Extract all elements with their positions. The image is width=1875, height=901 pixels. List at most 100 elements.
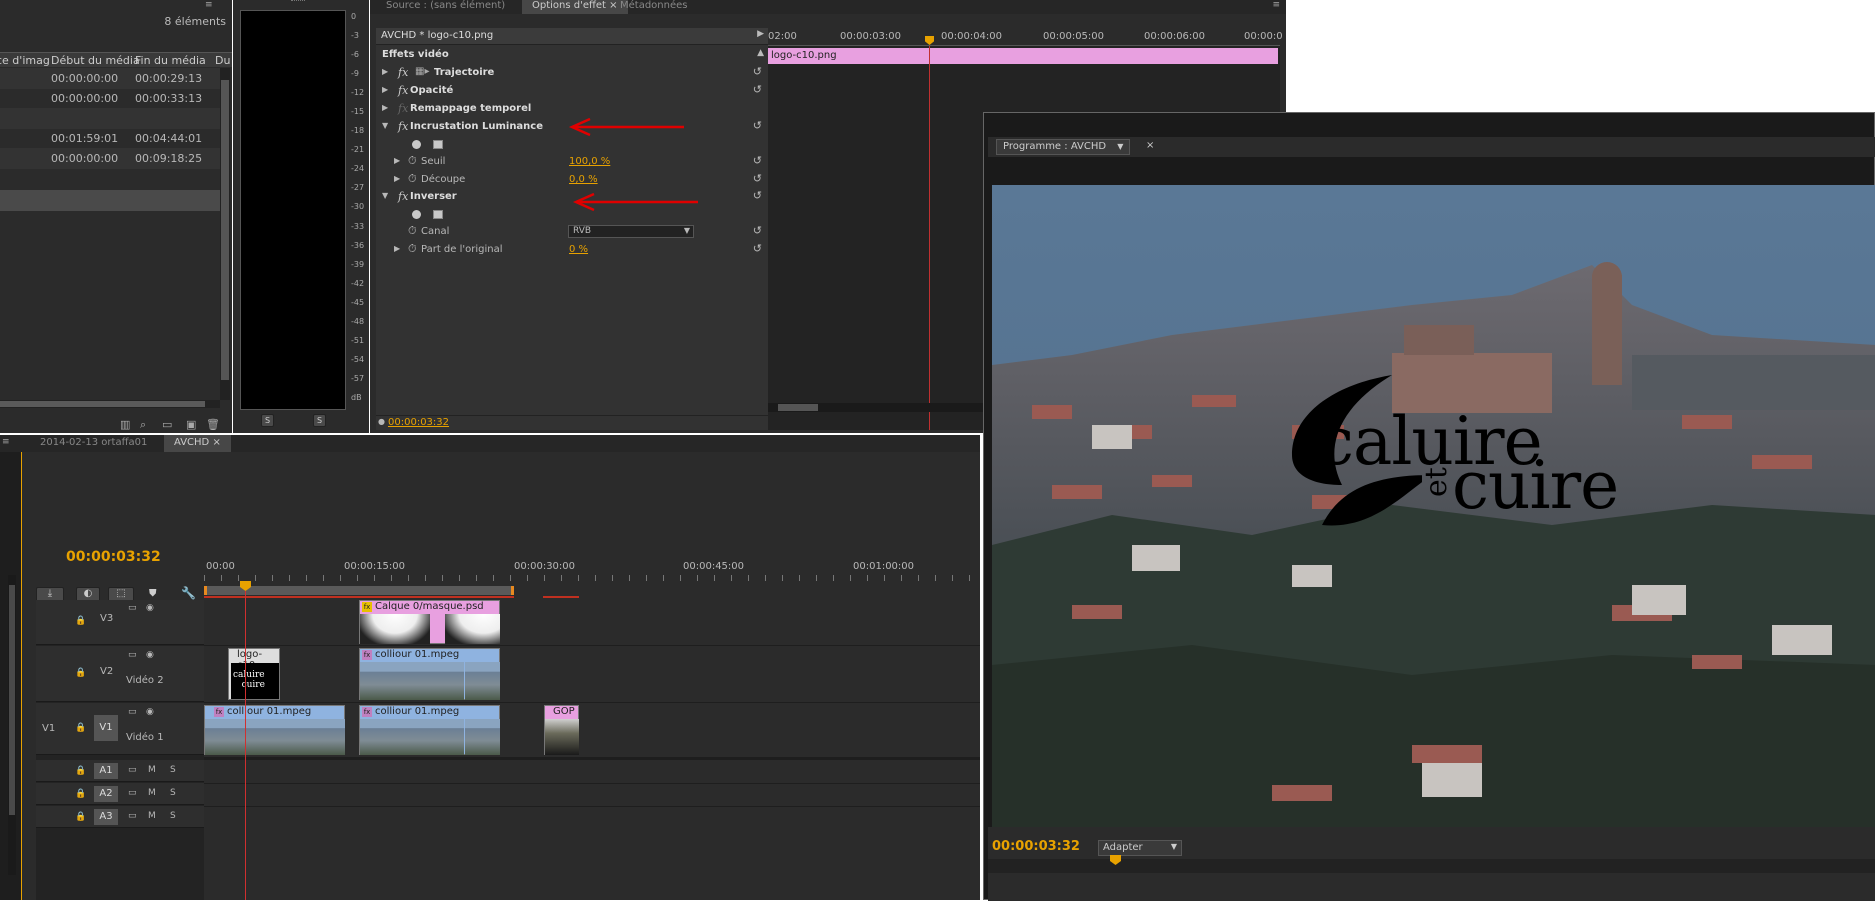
new-item-icon[interactable]: ▣ [186,418,196,431]
reset-icon[interactable]: ↺ [753,189,762,202]
left-scrollbar[interactable] [8,575,16,875]
mini-clip-bar[interactable]: logo-c10.png [768,48,1278,64]
stopwatch-icon[interactable]: ⏱ [408,224,417,238]
solo-left-button[interactable]: S [261,414,274,427]
reset-icon[interactable]: ↺ [753,242,762,255]
canal-select[interactable]: RVB ▼ [568,225,694,238]
list-item[interactable]: 00:00:00:00 00:00:33:13 [0,88,220,109]
program-timecode[interactable]: 00:00:03:32 [992,839,1080,854]
tab-sequence-avchd[interactable]: AVCHD × [164,435,231,452]
list-item-selected[interactable] [0,190,220,211]
stopwatch-icon[interactable]: ⏱ [408,242,417,256]
fx-icon[interactable]: fx [398,102,408,115]
clip-collioure-v1b[interactable]: fx colliour 01.mpeg [359,705,500,755]
lock-icon[interactable]: 🔒 [75,789,86,799]
toggle-output-icon[interactable]: ▭ [128,650,137,660]
effect-opacite[interactable]: ▶ fx Opacité ↺ [376,83,768,100]
ellipse-mask-icon[interactable] [412,210,421,219]
clip-logo[interactable]: logo-c10 caluire cuire [228,648,280,700]
lock-icon[interactable]: 🔒 [75,723,86,733]
fx-icon[interactable]: fx [398,120,408,133]
close-icon[interactable]: × [212,437,220,448]
col-media-end[interactable]: Fin du média [135,54,206,67]
eye-icon[interactable]: ◉ [146,603,154,613]
lock-icon[interactable]: 🔒 [75,766,86,776]
collapse-icon[interactable]: ▼ [382,191,388,200]
tab-sequence-ortaffa[interactable]: 2014-02-13 ortaffa01 [30,435,157,452]
part-value[interactable]: 0 % [569,244,588,255]
expand-icon[interactable]: ▶ [382,67,388,76]
chevron-down-icon[interactable]: ▼ [1117,142,1123,151]
close-icon[interactable]: × [1146,140,1154,151]
lock-icon[interactable]: 🔒 [75,616,86,626]
col-media-start[interactable]: Début du média [51,54,140,67]
tab-source[interactable]: Source : (sans élément) [376,0,515,14]
toggle-output-icon[interactable]: ▭ [128,765,137,775]
list-item[interactable] [0,168,220,189]
reset-icon[interactable]: ↺ [753,172,762,185]
trash-icon[interactable]: 🗑 [206,418,220,431]
ellipse-mask-icon[interactable] [412,140,421,149]
collapse-icon[interactable]: ▼ [382,121,388,130]
fx-icon[interactable]: fx [398,84,408,97]
lock-icon[interactable]: 🔒 [75,812,86,822]
bin-icon[interactable]: ▥ [120,418,130,431]
list-item[interactable]: 00:00:00:00 00:00:29:13 [0,68,220,89]
toggle-output-icon[interactable]: ▭ [128,603,137,613]
reset-icon[interactable]: ↺ [753,154,762,167]
effects-timecode[interactable]: 00:00:03:32 [388,417,449,428]
panel-menu-icon[interactable]: ≡ [1272,0,1280,10]
lock-icon[interactable]: 🔒 [75,668,86,678]
fx-icon[interactable]: fx [398,66,408,79]
expand-icon[interactable]: ▶ [394,156,400,165]
decoupe-value[interactable]: 0,0 % [569,174,598,185]
zoom-select[interactable]: Adapter ▼ [1098,840,1182,856]
clip-calque[interactable]: fx Calque 0/masque.psd [359,600,500,644]
reset-icon[interactable]: ↺ [753,65,762,78]
tab-metadata[interactable]: Métadonnées [610,0,698,14]
clip-gop[interactable]: GOP [544,705,579,755]
expand-icon[interactable]: ▶ [394,244,400,253]
timeline-timecode[interactable]: 00:00:03:32 [66,549,161,565]
col-duration[interactable]: Du [215,54,230,67]
list-item[interactable]: 00:00:00:00 00:09:18:25 [0,148,220,169]
wrench-icon[interactable]: 🔧 [181,586,196,600]
col-frame-rate[interactable]: ce d'imag [0,54,50,67]
toggle-output-icon[interactable]: ▭ [128,707,137,717]
list-item[interactable] [0,108,220,129]
folder-icon[interactable]: ▭ [162,418,172,431]
mute-button[interactable]: M [148,811,156,821]
eye-icon[interactable]: ◉ [146,650,154,660]
stopwatch-icon[interactable]: ⏱ [408,172,417,186]
mute-button[interactable]: M [148,765,156,775]
toggle-output-icon[interactable]: ▭ [128,811,137,821]
expand-icon[interactable]: ▶ [382,85,388,94]
tab-program[interactable]: Programme : AVCHD ▼ [996,139,1131,155]
program-scrub-bar[interactable] [988,859,1875,873]
collapse-icon[interactable]: ▲ [757,48,764,58]
panel-menu-icon[interactable]: ≡ [2,437,10,447]
expand-icon[interactable]: ▶ [382,103,388,112]
rect-mask-icon[interactable] [433,210,443,219]
project-hscroll[interactable] [0,400,220,408]
toggle-output-icon[interactable]: ▭ [128,788,137,798]
project-scrollbar[interactable] [220,68,230,400]
clip-collioure-v1a[interactable]: fx colliour 01.mpeg [204,705,345,755]
program-video[interactable]: caluire et cuire [992,185,1875,827]
mute-button[interactable]: M [148,788,156,798]
seuil-value[interactable]: 100,0 % [569,156,610,167]
panel-menu-icon[interactable]: ≡ [205,0,219,10]
search-icon[interactable]: ⌕ [140,418,146,432]
marker-icon[interactable]: ⛊ [149,588,157,599]
solo-right-button[interactable]: S [313,414,326,427]
eye-icon[interactable]: ◉ [146,707,154,717]
timeline-ruler[interactable]: 00:00 00:00:15:00 00:00:30:00 00:00:45:0… [204,559,980,598]
rect-mask-icon[interactable] [433,140,443,149]
effect-trajectoire[interactable]: ▶ fx ▦▸ Trajectoire ↺ [376,65,768,82]
source-patch-v1[interactable]: V1 [42,723,55,734]
stopwatch-icon[interactable]: ⏱ [408,154,417,168]
fx-icon[interactable]: fx [398,190,408,203]
solo-button[interactable]: S [170,811,176,821]
expand-icon[interactable]: ▶ [394,174,400,183]
reset-icon[interactable]: ↺ [753,83,762,96]
